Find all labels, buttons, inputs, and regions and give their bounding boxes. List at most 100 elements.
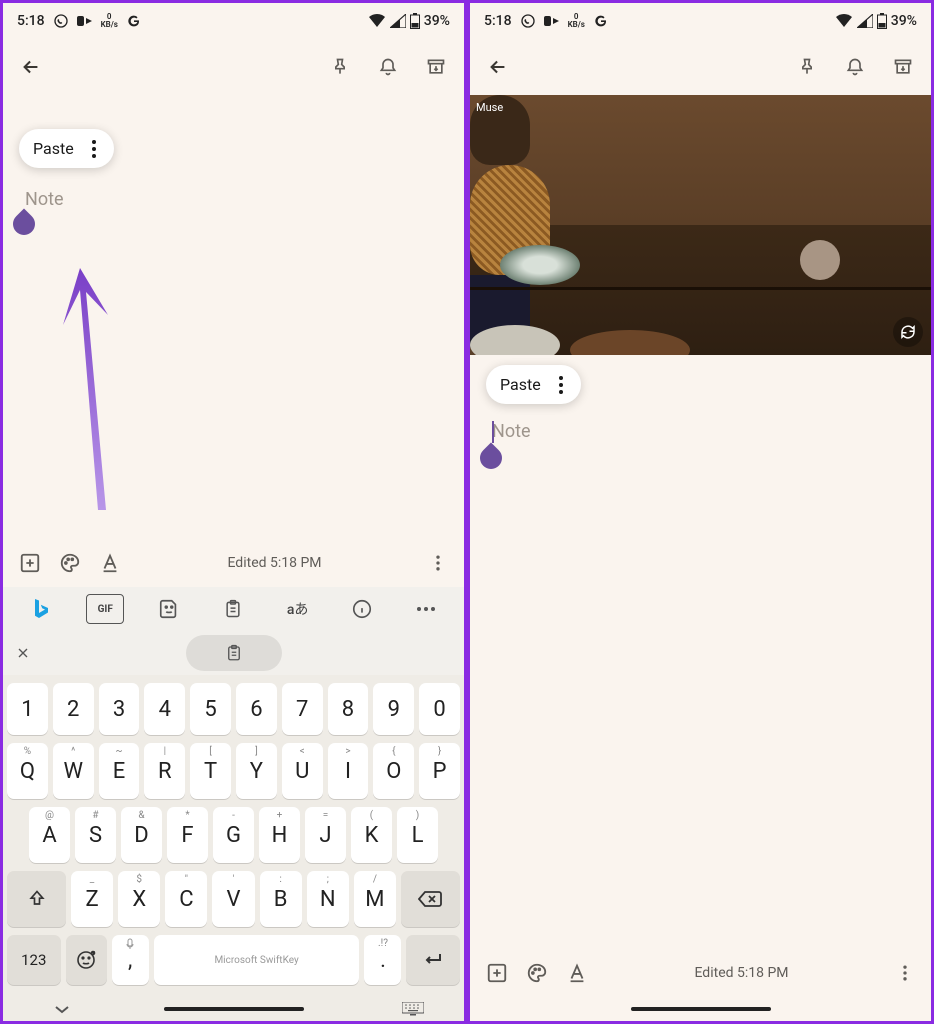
- palette-button[interactable]: [59, 552, 81, 574]
- key-h[interactable]: +H: [259, 807, 300, 863]
- note-bottom-toolbar: Edited 5:18 PM: [3, 539, 464, 587]
- image-refresh-icon[interactable]: [893, 317, 923, 347]
- pasted-image[interactable]: Muse: [470, 95, 931, 355]
- key-3[interactable]: 3: [99, 683, 140, 735]
- key-w[interactable]: ^W: [53, 743, 94, 799]
- key-b[interactable]: :B: [260, 871, 302, 927]
- key-5[interactable]: 5: [190, 683, 231, 735]
- back-button[interactable]: [11, 47, 51, 87]
- add-content-button[interactable]: [486, 962, 508, 984]
- clipboard-suggestion[interactable]: [186, 635, 282, 671]
- spacebar[interactable]: Microsoft SwiftKey: [154, 935, 360, 985]
- back-button[interactable]: [478, 47, 518, 87]
- key-6[interactable]: 6: [236, 683, 277, 735]
- period-key[interactable]: .!?.: [364, 935, 401, 985]
- more-options-button[interactable]: [428, 553, 448, 573]
- key-9[interactable]: 9: [373, 683, 414, 735]
- paste-option[interactable]: Paste: [33, 139, 74, 158]
- note-bottom-toolbar: Edited 5:18 PM: [470, 949, 931, 997]
- key-s[interactable]: #S: [75, 807, 116, 863]
- key-v[interactable]: 'V: [212, 871, 254, 927]
- keyboard-row-a: @A#S&D*F-G+H=J(K)L: [7, 807, 460, 863]
- note-body[interactable]: Paste Note: [470, 355, 931, 949]
- phone-left: 5:18 0KB/s 39% Paste Note: [0, 0, 467, 1024]
- context-more-icon[interactable]: [555, 376, 567, 394]
- more-options-button[interactable]: [895, 963, 915, 983]
- key-t[interactable]: [T: [190, 743, 231, 799]
- key-8[interactable]: 8: [328, 683, 369, 735]
- reminder-button[interactable]: [368, 47, 408, 87]
- nav-home-pill[interactable]: [631, 1007, 771, 1011]
- bing-icon[interactable]: [22, 594, 60, 624]
- text-cursor: [492, 421, 494, 443]
- archive-button[interactable]: [883, 47, 923, 87]
- key-e[interactable]: ~E: [99, 743, 140, 799]
- info-button[interactable]: [343, 594, 381, 624]
- navigation-bar: [3, 997, 464, 1021]
- network-speed: 0KB/s: [101, 13, 118, 29]
- translate-button[interactable]: aあ: [279, 594, 317, 624]
- key-2[interactable]: 2: [53, 683, 94, 735]
- paste-context-menu: Paste: [486, 365, 581, 404]
- key-d[interactable]: &D: [121, 807, 162, 863]
- note-placeholder: Note: [25, 189, 64, 210]
- key-a[interactable]: @A: [29, 807, 70, 863]
- suggestion-close-icon[interactable]: [15, 645, 31, 661]
- text-cursor-handle[interactable]: [8, 208, 39, 239]
- paste-context-menu: Paste: [19, 129, 114, 168]
- key-f[interactable]: *F: [167, 807, 208, 863]
- key-q[interactable]: %Q: [7, 743, 48, 799]
- enter-key[interactable]: [406, 935, 460, 985]
- key-123[interactable]: 123: [7, 935, 61, 985]
- note-body[interactable]: Paste Note: [3, 95, 464, 539]
- key-1[interactable]: 1: [7, 683, 48, 735]
- keyboard: GIF aあ 1 2 3 4 5 6 7 8 9 0 %Q^W~E|R[T]Y<…: [3, 587, 464, 997]
- nav-home-pill[interactable]: [164, 1007, 304, 1011]
- pin-button[interactable]: [787, 47, 827, 87]
- key-j[interactable]: =J: [305, 807, 346, 863]
- nav-keyboard-icon[interactable]: [402, 1002, 424, 1016]
- key-4[interactable]: 4: [144, 683, 185, 735]
- signal-icon: [857, 14, 873, 28]
- key-g[interactable]: -G: [213, 807, 254, 863]
- shift-key[interactable]: [7, 871, 66, 927]
- clipboard-button[interactable]: [214, 594, 252, 624]
- backspace-key[interactable]: [401, 871, 460, 927]
- key-r[interactable]: |R: [144, 743, 185, 799]
- key-n[interactable]: ;N: [307, 871, 349, 927]
- key-c[interactable]: "C: [165, 871, 207, 927]
- whatsapp-icon: [53, 13, 69, 29]
- key-z[interactable]: _Z: [71, 871, 113, 927]
- gif-button[interactable]: GIF: [86, 594, 124, 624]
- key-m[interactable]: /M: [354, 871, 396, 927]
- key-i[interactable]: >I: [328, 743, 369, 799]
- key-7[interactable]: 7: [282, 683, 323, 735]
- key-k[interactable]: (K: [351, 807, 392, 863]
- key-u[interactable]: <U: [282, 743, 323, 799]
- archive-button[interactable]: [416, 47, 456, 87]
- battery-icon: [877, 13, 887, 29]
- key-y[interactable]: ]Y: [236, 743, 277, 799]
- phone-right: 5:18 0KB/s 39% Muse Paste: [467, 0, 934, 1024]
- context-more-icon[interactable]: [88, 140, 100, 158]
- wifi-icon: [835, 14, 853, 28]
- key-p[interactable]: }P: [419, 743, 460, 799]
- emoji-key[interactable]: [66, 935, 107, 985]
- key-l[interactable]: )L: [397, 807, 438, 863]
- key-o[interactable]: {O: [373, 743, 414, 799]
- nav-collapse-icon[interactable]: [53, 1003, 71, 1015]
- keyboard-toolbar: GIF aあ: [3, 587, 464, 631]
- text-format-button[interactable]: [99, 552, 121, 574]
- toolbar-more-button[interactable]: [407, 594, 445, 624]
- key-0[interactable]: 0: [419, 683, 460, 735]
- pin-button[interactable]: [320, 47, 360, 87]
- paste-option[interactable]: Paste: [500, 375, 541, 394]
- text-cursor-handle[interactable]: [475, 442, 506, 473]
- text-format-button[interactable]: [566, 962, 588, 984]
- sticker-button[interactable]: [150, 594, 188, 624]
- reminder-button[interactable]: [835, 47, 875, 87]
- palette-button[interactable]: [526, 962, 548, 984]
- key-x[interactable]: $X: [118, 871, 160, 927]
- add-content-button[interactable]: [19, 552, 41, 574]
- comma-key[interactable]: ,: [112, 935, 149, 985]
